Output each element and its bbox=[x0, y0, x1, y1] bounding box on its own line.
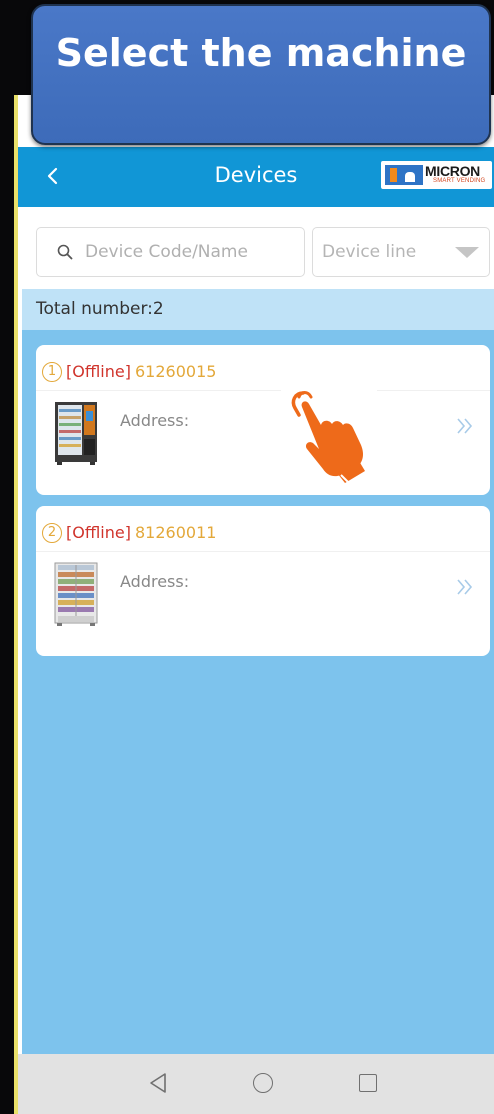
device-line-select[interactable]: Device line bbox=[312, 227, 490, 277]
device-status: [Offline] bbox=[66, 523, 131, 542]
screen: Devices MICRON SMART VENDING Device line… bbox=[0, 0, 494, 1114]
device-status: [Offline] bbox=[66, 362, 131, 381]
divider bbox=[36, 390, 490, 391]
device-card-header: 2 [Offline] 81260011 bbox=[42, 522, 216, 546]
brand-logo: MICRON SMART VENDING bbox=[381, 161, 492, 189]
nav-recent-icon[interactable] bbox=[359, 1074, 377, 1092]
device-card[interactable]: 1 [Offline] 61260015 Address: bbox=[36, 345, 490, 495]
instruction-banner: Select the machine bbox=[31, 4, 491, 145]
phone-screen: Devices MICRON SMART VENDING Device line… bbox=[18, 95, 494, 1114]
banner-title: Select the machine bbox=[55, 31, 467, 75]
double-chevron-right-icon[interactable] bbox=[454, 415, 476, 437]
double-chevron-right-icon[interactable] bbox=[454, 576, 476, 598]
device-index: 2 bbox=[42, 522, 62, 543]
device-address-label: Address: bbox=[120, 411, 190, 430]
device-code: 61260015 bbox=[134, 362, 217, 381]
total-count: Total number:2 bbox=[36, 299, 164, 319]
device-card[interactable]: 2 [Offline] 81260011 Address: bbox=[36, 506, 490, 656]
system-nav-bar bbox=[18, 1054, 494, 1114]
app-header: Devices MICRON SMART VENDING bbox=[18, 147, 494, 207]
pointing-hand-icon bbox=[291, 391, 370, 485]
device-index: 1 bbox=[42, 361, 62, 382]
search-box[interactable] bbox=[36, 227, 305, 277]
device-line-label: Device line bbox=[322, 242, 417, 262]
divider bbox=[36, 551, 490, 552]
logo-tagline: SMART VENDING bbox=[433, 178, 486, 184]
search-icon bbox=[57, 244, 73, 260]
triangle-down-icon bbox=[455, 247, 479, 258]
logo-mark-icon bbox=[385, 165, 423, 185]
nav-home-icon[interactable] bbox=[253, 1073, 273, 1093]
nav-back-icon[interactable] bbox=[148, 1072, 168, 1094]
filter-row: Device line bbox=[18, 207, 494, 289]
vending-machine-icon bbox=[54, 562, 98, 626]
logo-brand-text: MICRON bbox=[425, 163, 480, 179]
search-input[interactable] bbox=[85, 236, 295, 268]
device-code: 81260011 bbox=[134, 523, 217, 542]
device-address-label: Address: bbox=[120, 572, 190, 591]
vending-machine-icon bbox=[55, 402, 97, 465]
tap-hint bbox=[281, 389, 377, 485]
total-bar: Total number:2 bbox=[22, 289, 494, 330]
device-list-area: Total number:2 1 [Offline] 61260015 Addr… bbox=[22, 289, 494, 1054]
device-card-header: 1 [Offline] 61260015 bbox=[42, 361, 216, 385]
